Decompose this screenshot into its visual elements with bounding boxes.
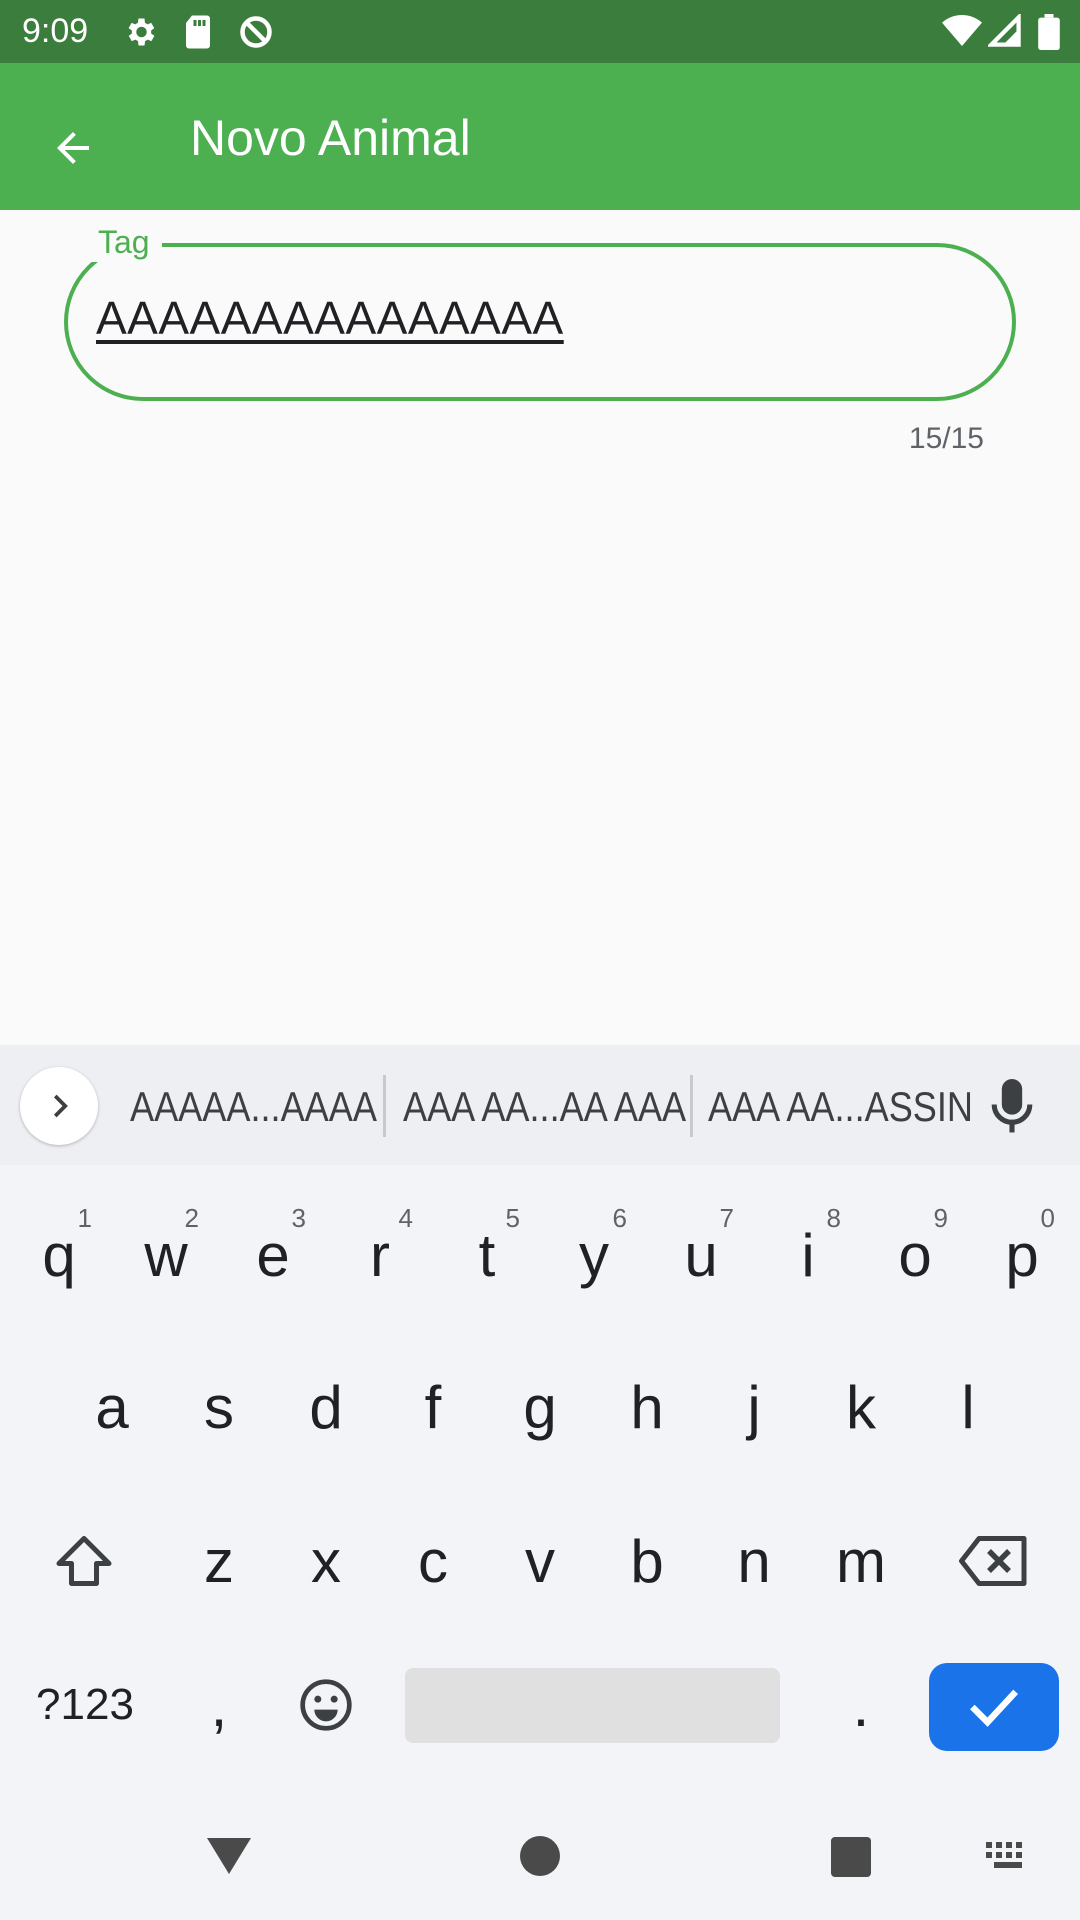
settings-icon [122, 14, 158, 55]
nav-home-button[interactable] [520, 1836, 560, 1876]
suggestion-divider [383, 1075, 386, 1137]
back-button[interactable] [30, 105, 116, 191]
key-i[interactable]: i8 [755, 1185, 861, 1325]
battery-icon [1038, 14, 1060, 55]
triangle-down-icon [207, 1838, 251, 1874]
suggestion-strip: AAAAA...AAAA AAA AA...AA AAA AAA AA...AS… [0, 1045, 1080, 1165]
do-not-disturb-icon [238, 14, 274, 55]
shift-key[interactable] [24, 1491, 144, 1631]
key-t[interactable]: t5 [434, 1185, 540, 1325]
key-h[interactable]: h [594, 1337, 700, 1477]
suggestion-3[interactable]: AAA AA...ASSIN [708, 1083, 973, 1131]
key-k[interactable]: k [808, 1337, 914, 1477]
shift-icon [56, 1536, 112, 1586]
key-w[interactable]: w2 [113, 1185, 219, 1325]
key-p[interactable]: p0 [969, 1185, 1075, 1325]
key-l[interactable]: l [915, 1337, 1021, 1477]
status-time: 9:09 [22, 12, 89, 50]
key-b[interactable]: b [594, 1491, 700, 1631]
key-o[interactable]: o9 [862, 1185, 968, 1325]
soft-keyboard: AAAAA...AAAA AAA AA...AA AAA AAA AA...AS… [0, 1045, 1080, 1920]
voice-input-button[interactable] [990, 1079, 1046, 1139]
tag-label-wrap: Tag [86, 222, 162, 262]
key-f[interactable]: f [380, 1337, 486, 1477]
key-n[interactable]: n [701, 1491, 807, 1631]
keyboard-switch-button[interactable] [986, 1842, 1030, 1877]
key-r[interactable]: r4 [327, 1185, 433, 1325]
check-icon [970, 1689, 1019, 1727]
status-bar: 9:09 [0, 0, 1080, 63]
backspace-icon [959, 1536, 1027, 1586]
key-e[interactable]: e3 [220, 1185, 326, 1325]
suggestion-1[interactable]: AAAAA...AAAA [130, 1083, 377, 1131]
page-title: Novo Animal [190, 110, 471, 166]
key-u[interactable]: u7 [648, 1185, 754, 1325]
nav-back-button[interactable] [205, 1835, 253, 1882]
key-z[interactable]: z [166, 1491, 272, 1631]
key-m[interactable]: m [808, 1491, 914, 1631]
wifi-icon [942, 14, 982, 53]
chevron-right-icon [53, 1094, 68, 1118]
key-s[interactable]: s [166, 1337, 272, 1477]
app-bar: Novo Animal [0, 63, 1080, 210]
enter-key[interactable] [929, 1663, 1059, 1751]
tag-label: Tag [98, 224, 150, 260]
emoji-icon [300, 1679, 352, 1731]
suggestion-2[interactable]: AAA AA...AA AAA [403, 1083, 686, 1131]
key-a[interactable]: a [59, 1337, 165, 1477]
expand-toolbar-button[interactable] [20, 1067, 98, 1145]
signal-icon [986, 12, 1022, 53]
mic-icon [991, 1079, 1033, 1133]
key-q[interactable]: q1 [6, 1185, 112, 1325]
sd-card-icon [182, 14, 214, 55]
key-j[interactable]: j [701, 1337, 807, 1477]
key-d[interactable]: d [273, 1337, 379, 1477]
emoji-key[interactable] [273, 1635, 379, 1775]
key-g[interactable]: g [487, 1337, 593, 1477]
key-y[interactable]: y6 [541, 1185, 647, 1325]
period-key[interactable]: . [808, 1635, 914, 1775]
character-counter: 15/15 [908, 422, 984, 455]
suggestion-divider [690, 1075, 693, 1137]
tag-input-value[interactable]: AAAAAAAAAAAAAAA [96, 290, 564, 346]
key-x[interactable]: x [273, 1491, 379, 1631]
keyboard-icon [986, 1842, 1022, 1868]
nav-recents-button[interactable] [831, 1837, 871, 1877]
symbols-key[interactable]: ?123 [20, 1635, 150, 1775]
key-v[interactable]: v [487, 1491, 593, 1631]
arrow-back-icon [57, 132, 89, 164]
key-c[interactable]: c [380, 1491, 486, 1631]
space-key[interactable] [405, 1668, 780, 1743]
comma-key[interactable]: , [166, 1635, 272, 1775]
backspace-key[interactable] [934, 1491, 1054, 1631]
